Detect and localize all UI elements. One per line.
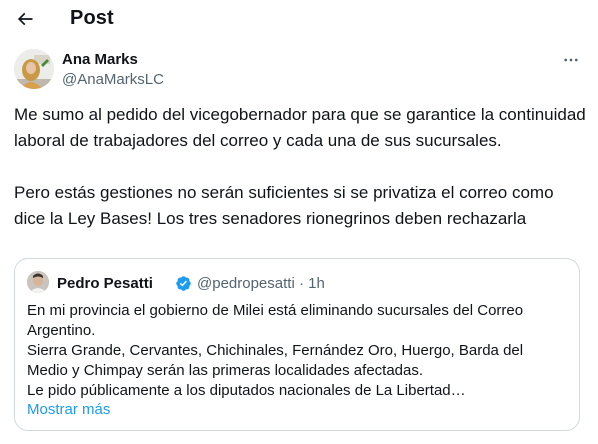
page-header: Post: [0, 0, 598, 40]
verified-badge-icon: [176, 276, 191, 291]
quoted-author-name: Pedro Pesatti: [57, 275, 153, 292]
arrow-left-icon: [17, 12, 33, 26]
tweet-paragraph: Pero estás gestiones no serán suficiente…: [14, 183, 554, 228]
quoted-line: Le pido públicamente a los diputados nac…: [27, 382, 466, 399]
quoted-avatar: [27, 271, 49, 293]
quoted-line: En mi provincia el gobierno de Milei est…: [27, 302, 524, 339]
quoted-time: 1h: [308, 275, 325, 292]
more-options-button[interactable]: [556, 50, 586, 70]
quoted-meta: @pedropesatti · 1h: [197, 275, 325, 292]
back-button[interactable]: [12, 6, 38, 32]
page-title: Post: [70, 7, 114, 29]
tweet-text: Me sumo al pedido del vicegobernador par…: [14, 102, 586, 232]
more-horizontal-icon: [564, 58, 578, 62]
meta-separator: ·: [298, 275, 304, 292]
avatar[interactable]: [14, 49, 54, 89]
author-name[interactable]: Ana Marks: [62, 51, 138, 68]
quoted-line: Sierra Grande, Cervantes, Chichinales, F…: [27, 342, 524, 379]
tweet-paragraph: Me sumo al pedido del vicegobernador par…: [14, 105, 586, 150]
quoted-text: En mi provincia el gobierno de Milei est…: [27, 301, 567, 401]
show-more-link[interactable]: Mostrar más: [27, 401, 110, 418]
quoted-tweet[interactable]: Pedro Pesatti @pedropesatti · 1h En mi p…: [14, 258, 580, 431]
quoted-author-handle: @pedropesatti: [197, 275, 295, 292]
author-handle[interactable]: @AnaMarksLC: [62, 71, 164, 88]
